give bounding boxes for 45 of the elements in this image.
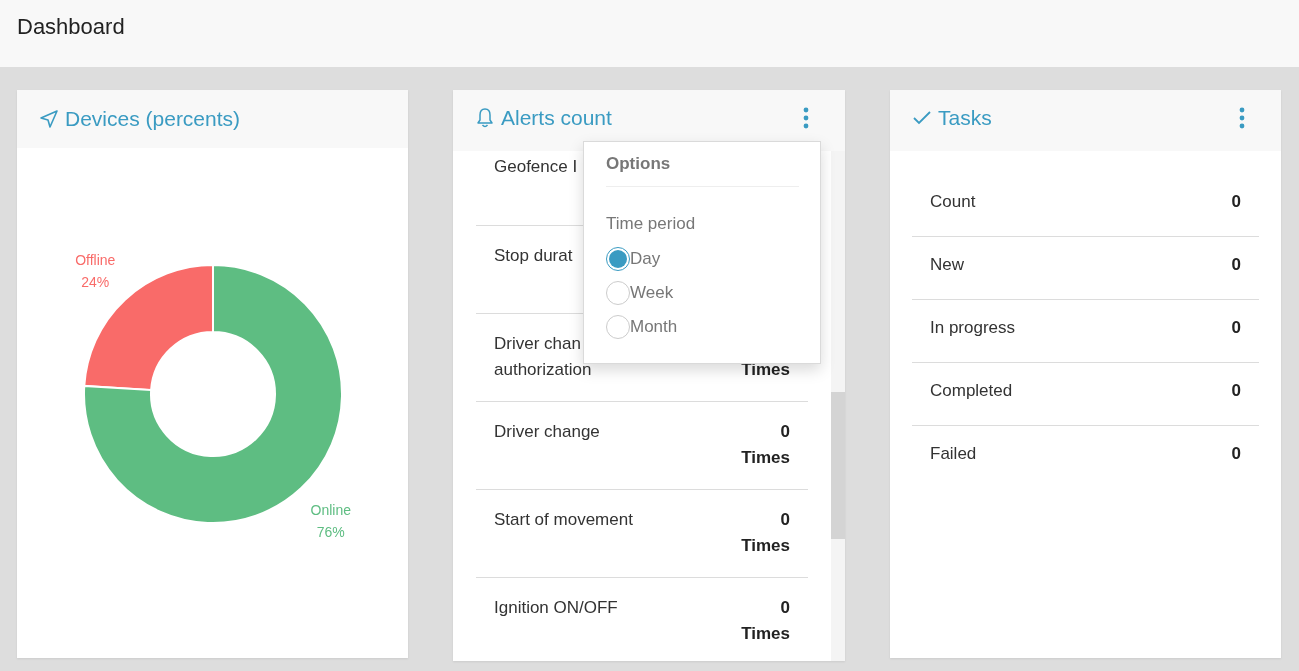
alert-name: Driver chan xyxy=(494,334,582,354)
check-icon xyxy=(912,110,932,126)
radio-button[interactable] xyxy=(606,247,630,271)
card-title: Tasks xyxy=(938,106,993,130)
page-title: Dashboard xyxy=(17,13,125,40)
more-options-icon[interactable] xyxy=(803,107,809,129)
navigation-arrow-icon xyxy=(39,109,59,129)
alert-count: 0 xyxy=(780,510,790,530)
alert-count: 0 xyxy=(780,422,790,442)
count-unit: Times xyxy=(741,448,790,468)
slice-value: 24% xyxy=(81,273,110,290)
task-count: 0 xyxy=(1231,318,1241,339)
radio-label[interactable]: Week xyxy=(630,283,674,303)
alert-name: authorization xyxy=(494,360,592,380)
radio-button[interactable] xyxy=(606,315,630,339)
slice-value: 76% xyxy=(316,524,345,541)
alert-name: Ignition ON/OFF xyxy=(494,598,618,618)
task-count: 0 xyxy=(1231,381,1241,402)
task-label: Failed xyxy=(930,444,977,465)
radio-label[interactable]: Day xyxy=(630,249,661,269)
alert-count: 0 xyxy=(780,598,790,618)
task-count: 0 xyxy=(1231,255,1241,276)
task-label: Completed xyxy=(930,381,1013,402)
alert-name: Geofence I xyxy=(494,157,578,177)
bell-icon xyxy=(475,107,495,129)
card-title: Devices (percents) xyxy=(65,107,242,131)
radio-label[interactable]: Month xyxy=(630,317,678,337)
slice-label: Offline xyxy=(75,251,116,268)
slice-label: Online xyxy=(310,502,351,519)
count-unit: Times xyxy=(741,624,790,644)
section-label: Time period xyxy=(606,214,697,234)
card-title: Alerts count xyxy=(501,106,613,130)
task-label: New xyxy=(930,255,964,276)
alert-name: Driver change xyxy=(494,422,600,442)
task-label: Count xyxy=(930,192,976,213)
alert-name: Start of movement xyxy=(494,510,633,530)
task-label: In progress xyxy=(930,318,1016,339)
scrollbar-thumb[interactable] xyxy=(831,392,845,539)
task-count: 0 xyxy=(1231,192,1241,213)
radio-button[interactable] xyxy=(606,281,630,305)
more-options-icon[interactable] xyxy=(1239,107,1245,129)
count-unit: Times xyxy=(741,536,790,556)
alert-name: Stop durat xyxy=(494,246,573,266)
popup-title: Options xyxy=(606,154,799,187)
task-count: 0 xyxy=(1231,444,1241,465)
